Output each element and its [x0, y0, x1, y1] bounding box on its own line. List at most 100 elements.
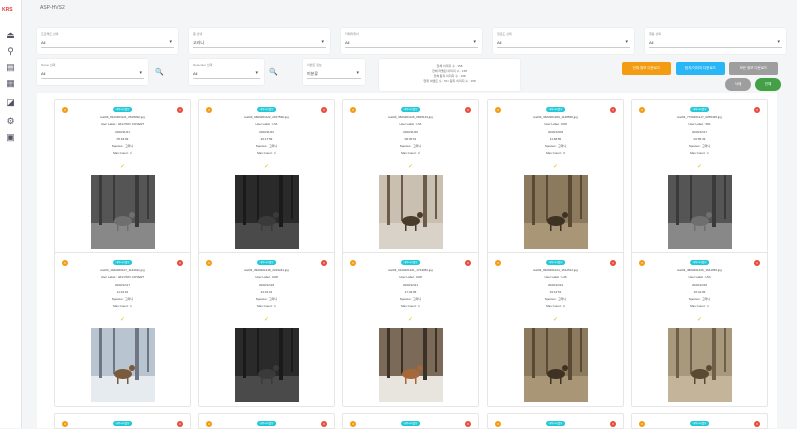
image-card[interactable]: 0 데이터라벨링 X — [487, 413, 624, 429]
max-count: Max Count : 3 — [546, 151, 565, 156]
delete-button[interactable]: 삭제 — [725, 78, 751, 91]
image-card[interactable]: 0 데이터라벨링 X test03_3920201218_2216244.jpg… — [198, 252, 335, 407]
capture-time: 05:18:09 — [116, 136, 129, 141]
label-tag: 데이터라벨링 — [545, 107, 566, 112]
detector-select[interactable]: Detecator 선택 All ▾ — [189, 59, 264, 85]
delete-icon[interactable]: X — [177, 421, 183, 427]
image-card[interactable]: 0 데이터라벨링 X test03_3520201126_0845123.jpg… — [342, 99, 479, 254]
camera-trap-photo[interactable] — [379, 175, 443, 249]
search-icon[interactable]: 🔍 — [269, 68, 278, 76]
camera-trap-photo[interactable] — [524, 328, 588, 402]
capture-time: 17:43:05 — [404, 289, 417, 294]
select-checkbox[interactable]: 0 — [639, 260, 645, 266]
delete-icon[interactable]: X — [465, 421, 471, 427]
camera-trap-photo[interactable] — [668, 328, 732, 402]
select-checkbox[interactable]: 0 — [639, 107, 645, 113]
image-card[interactable]: 0 데이터라벨링 X test03_9920201224_1512512.jpg… — [487, 252, 624, 407]
image-card[interactable]: 0 데이터라벨링 X — [342, 413, 479, 429]
delete-icon[interactable]: X — [321, 260, 327, 266]
select-checkbox[interactable]: 0 — [206, 107, 212, 113]
delete-icon[interactable]: X — [177, 107, 183, 113]
camera-location-select[interactable]: 카메라위치 All ▾ — [341, 28, 482, 54]
check-icon: ✓ — [552, 317, 559, 323]
select-checkbox[interactable]: 0 — [495, 421, 501, 427]
image-card[interactable]: 0 데이터라벨링 X — [631, 413, 768, 429]
file-name: test03_3620201209_1148560.jpg — [533, 115, 578, 119]
select-checkbox[interactable]: 0 — [206, 260, 212, 266]
delete-icon[interactable]: X — [610, 421, 616, 427]
camera-trap-photo[interactable] — [91, 328, 155, 402]
delete-icon[interactable]: X — [610, 260, 616, 266]
image-card[interactable]: 0 데이터라벨링 X test03_3120201221_1743052.jpg… — [342, 252, 479, 407]
image-card[interactable]: 0 데이터라벨링 X — [198, 413, 335, 429]
folder-icon[interactable]: ▣ — [5, 132, 16, 143]
delete-icon[interactable]: X — [610, 107, 616, 113]
image-card[interactable]: 0 데이터라벨링 X — [54, 413, 191, 429]
select-checkbox[interactable]: 0 — [495, 107, 501, 113]
delete-icon[interactable]: X — [465, 107, 471, 113]
delete-icon[interactable]: X — [321, 107, 327, 113]
download-all-button[interactable]: 전체 정보 다운로드 — [622, 62, 671, 75]
camera-trap-photo[interactable] — [91, 175, 155, 249]
capture-date: 2020/11/22 — [259, 129, 274, 134]
behavior-select[interactable]: 행동 선택 All ▾ — [645, 28, 786, 54]
species: Species : 고라니 — [544, 144, 567, 149]
calendar-icon[interactable]: ▦ — [5, 78, 16, 89]
label-tag: 데이터라벨링 — [256, 421, 277, 426]
image-card[interactable]: 0 데이터라벨링 X test03_4820201226_1641050.jpg… — [631, 252, 768, 407]
image-card[interactable]: 0 데이터라벨링 X test03_3620201209_1148560.jpg… — [487, 99, 624, 254]
download-detection-button[interactable]: 탐지/이미지 다운로드 — [676, 62, 725, 75]
camera-trap-photo[interactable] — [524, 175, 588, 249]
gear-icon[interactable]: ⚙ — [5, 116, 16, 127]
select-checkbox[interactable]: 0 — [350, 107, 356, 113]
user-label: User Label : L51 — [255, 122, 278, 127]
select-checkbox[interactable]: 0 — [62, 107, 68, 113]
name-select[interactable]: Name 선택 All ▾ — [37, 59, 148, 85]
image-card[interactable]: 0 데이터라벨링 X test03_8120201121_0518092.jpg… — [54, 99, 191, 254]
capture-time: 22:16:24 — [260, 289, 273, 294]
delete-icon[interactable]: X — [465, 260, 471, 266]
delete-icon[interactable]: X — [321, 421, 327, 427]
max-count: Max Count : 1 — [113, 151, 132, 156]
file-name: test03_3520201126_0845123.jpg — [388, 115, 433, 119]
delete-icon[interactable]: X — [754, 421, 760, 427]
select-checkbox[interactable]: 0 — [350, 421, 356, 427]
max-count: Max Count : 1 — [690, 304, 709, 309]
label-tag: 데이터라벨링 — [400, 260, 421, 265]
species-select[interactable]: 종 선택 고라니 ▾ — [189, 28, 330, 54]
camera-trap-photo[interactable] — [668, 175, 732, 249]
select-all-button[interactable]: 전체 — [755, 78, 781, 91]
delete-icon[interactable]: X — [754, 260, 760, 266]
select-checkbox[interactable]: 0 — [62, 260, 68, 266]
chart-icon[interactable]: ◪ — [5, 97, 16, 108]
camera-trap-photo[interactable] — [379, 328, 443, 402]
download-everything-button[interactable]: 모든 정보 다운로드 — [729, 62, 778, 75]
user-label: User Label : D28 — [255, 275, 278, 280]
delete-icon[interactable]: X — [177, 260, 183, 266]
select-checkbox[interactable]: 0 — [206, 421, 212, 427]
species: Species : 고라니 — [111, 144, 134, 149]
delete-icon[interactable]: X — [754, 107, 760, 113]
image-card[interactable]: 0 데이터라벨링 X test03_6820201122_2017590.jpg… — [198, 99, 335, 254]
select-checkbox[interactable]: 0 — [62, 421, 68, 427]
camera-trap-photo[interactable] — [235, 328, 299, 402]
file-name: test03_3920201218_2216244.jpg — [244, 268, 289, 272]
route-select[interactable]: 항로도 선택 All ▾ — [493, 28, 634, 54]
upload-icon[interactable]: ⏏ — [5, 30, 16, 41]
capture-date: 2020/12/09 — [547, 129, 563, 134]
document-icon[interactable]: ▤ — [5, 62, 16, 73]
file-name: test03_7720201217_0255435.jpg — [677, 115, 722, 119]
image-card[interactable]: 0 데이터라벨링 X test03_7720201217_0255435.jpg… — [631, 99, 768, 254]
event-select[interactable]: 이벤트 정보 미분류 ▾ — [303, 59, 365, 85]
search-icon[interactable]: 🔍 — [155, 68, 164, 76]
select-checkbox[interactable]: 0 — [495, 260, 501, 266]
select-checkbox[interactable]: 0 — [639, 421, 645, 427]
capture-date: 2020/11/26 — [403, 129, 418, 134]
select-checkbox[interactable]: 0 — [350, 260, 356, 266]
user-label: User Label : L51 — [399, 122, 422, 127]
camera-trap-photo[interactable] — [235, 175, 299, 249]
user-label: User Label : HF2 PRO COVERT — [100, 275, 145, 280]
project-select[interactable]: 프로젝트 선택 All ▾ — [37, 28, 178, 54]
search-icon[interactable]: ⚲ — [5, 46, 16, 57]
image-card[interactable]: 0 데이터라벨링 X test03_1042020127_1143011.jpg… — [54, 252, 191, 407]
